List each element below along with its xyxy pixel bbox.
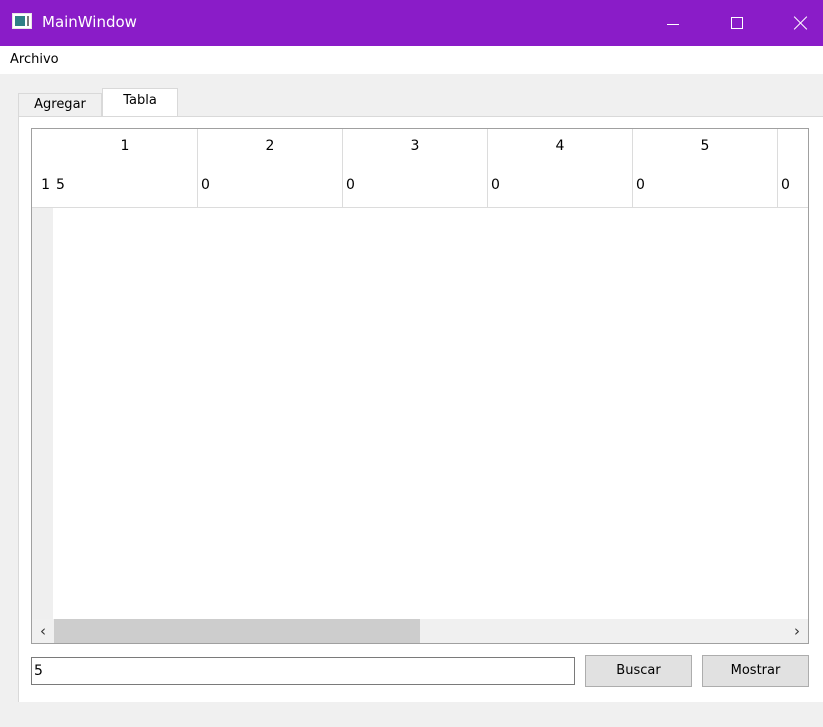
table-cell[interactable]: 0 [198,164,343,208]
column-header-3[interactable]: 3 [343,129,488,164]
column-header-4[interactable]: 4 [488,129,633,164]
show-button[interactable]: Mostrar [702,655,809,687]
table-cell[interactable]: 0 [778,164,808,208]
search-input[interactable] [31,657,575,685]
chevron-left-icon[interactable]: ‹ [32,619,54,643]
horizontal-scrollbar[interactable]: ‹ › [32,619,808,643]
table-row: 5 0 0 0 0 0 [53,164,808,208]
search-button[interactable]: Buscar [585,655,692,687]
column-header-1[interactable]: 1 [53,129,198,164]
table-cell[interactable]: 5 [53,164,198,208]
column-header-6[interactable] [778,129,808,164]
window-title: MainWindow [42,13,137,31]
table-corner [32,129,53,164]
column-header: 1 2 3 4 5 [53,129,808,164]
app-window-icon [12,13,32,29]
data-table[interactable]: 1 2 3 4 5 1 5 0 0 0 0 0 ‹ › [31,128,809,644]
maximize-button[interactable] [714,0,760,46]
column-header-5[interactable]: 5 [633,129,778,164]
scrollbar-thumb[interactable] [54,619,420,643]
row-header-1[interactable]: 1 [32,164,53,208]
title-bar[interactable]: MainWindow [0,0,823,46]
table-cell[interactable]: 0 [488,164,633,208]
app-icon-bar [27,16,29,26]
row-header: 1 [32,164,53,619]
table-cell[interactable]: 0 [633,164,778,208]
column-header-2[interactable]: 2 [198,129,343,164]
app-icon-pane [15,16,25,26]
close-icon [793,16,807,30]
menu-bar: Archivo [0,46,823,74]
minimize-button[interactable] [650,0,696,46]
tab-agregar[interactable]: Agregar [18,93,102,117]
chevron-right-icon[interactable]: › [786,619,808,643]
maximize-icon [731,17,743,29]
minimize-icon [667,23,679,25]
menu-archivo[interactable]: Archivo [10,52,59,68]
tab-tabla[interactable]: Tabla [102,88,178,116]
close-button[interactable] [777,0,823,46]
table-cell[interactable]: 0 [343,164,488,208]
tab-bar: Agregar Tabla [18,88,823,117]
